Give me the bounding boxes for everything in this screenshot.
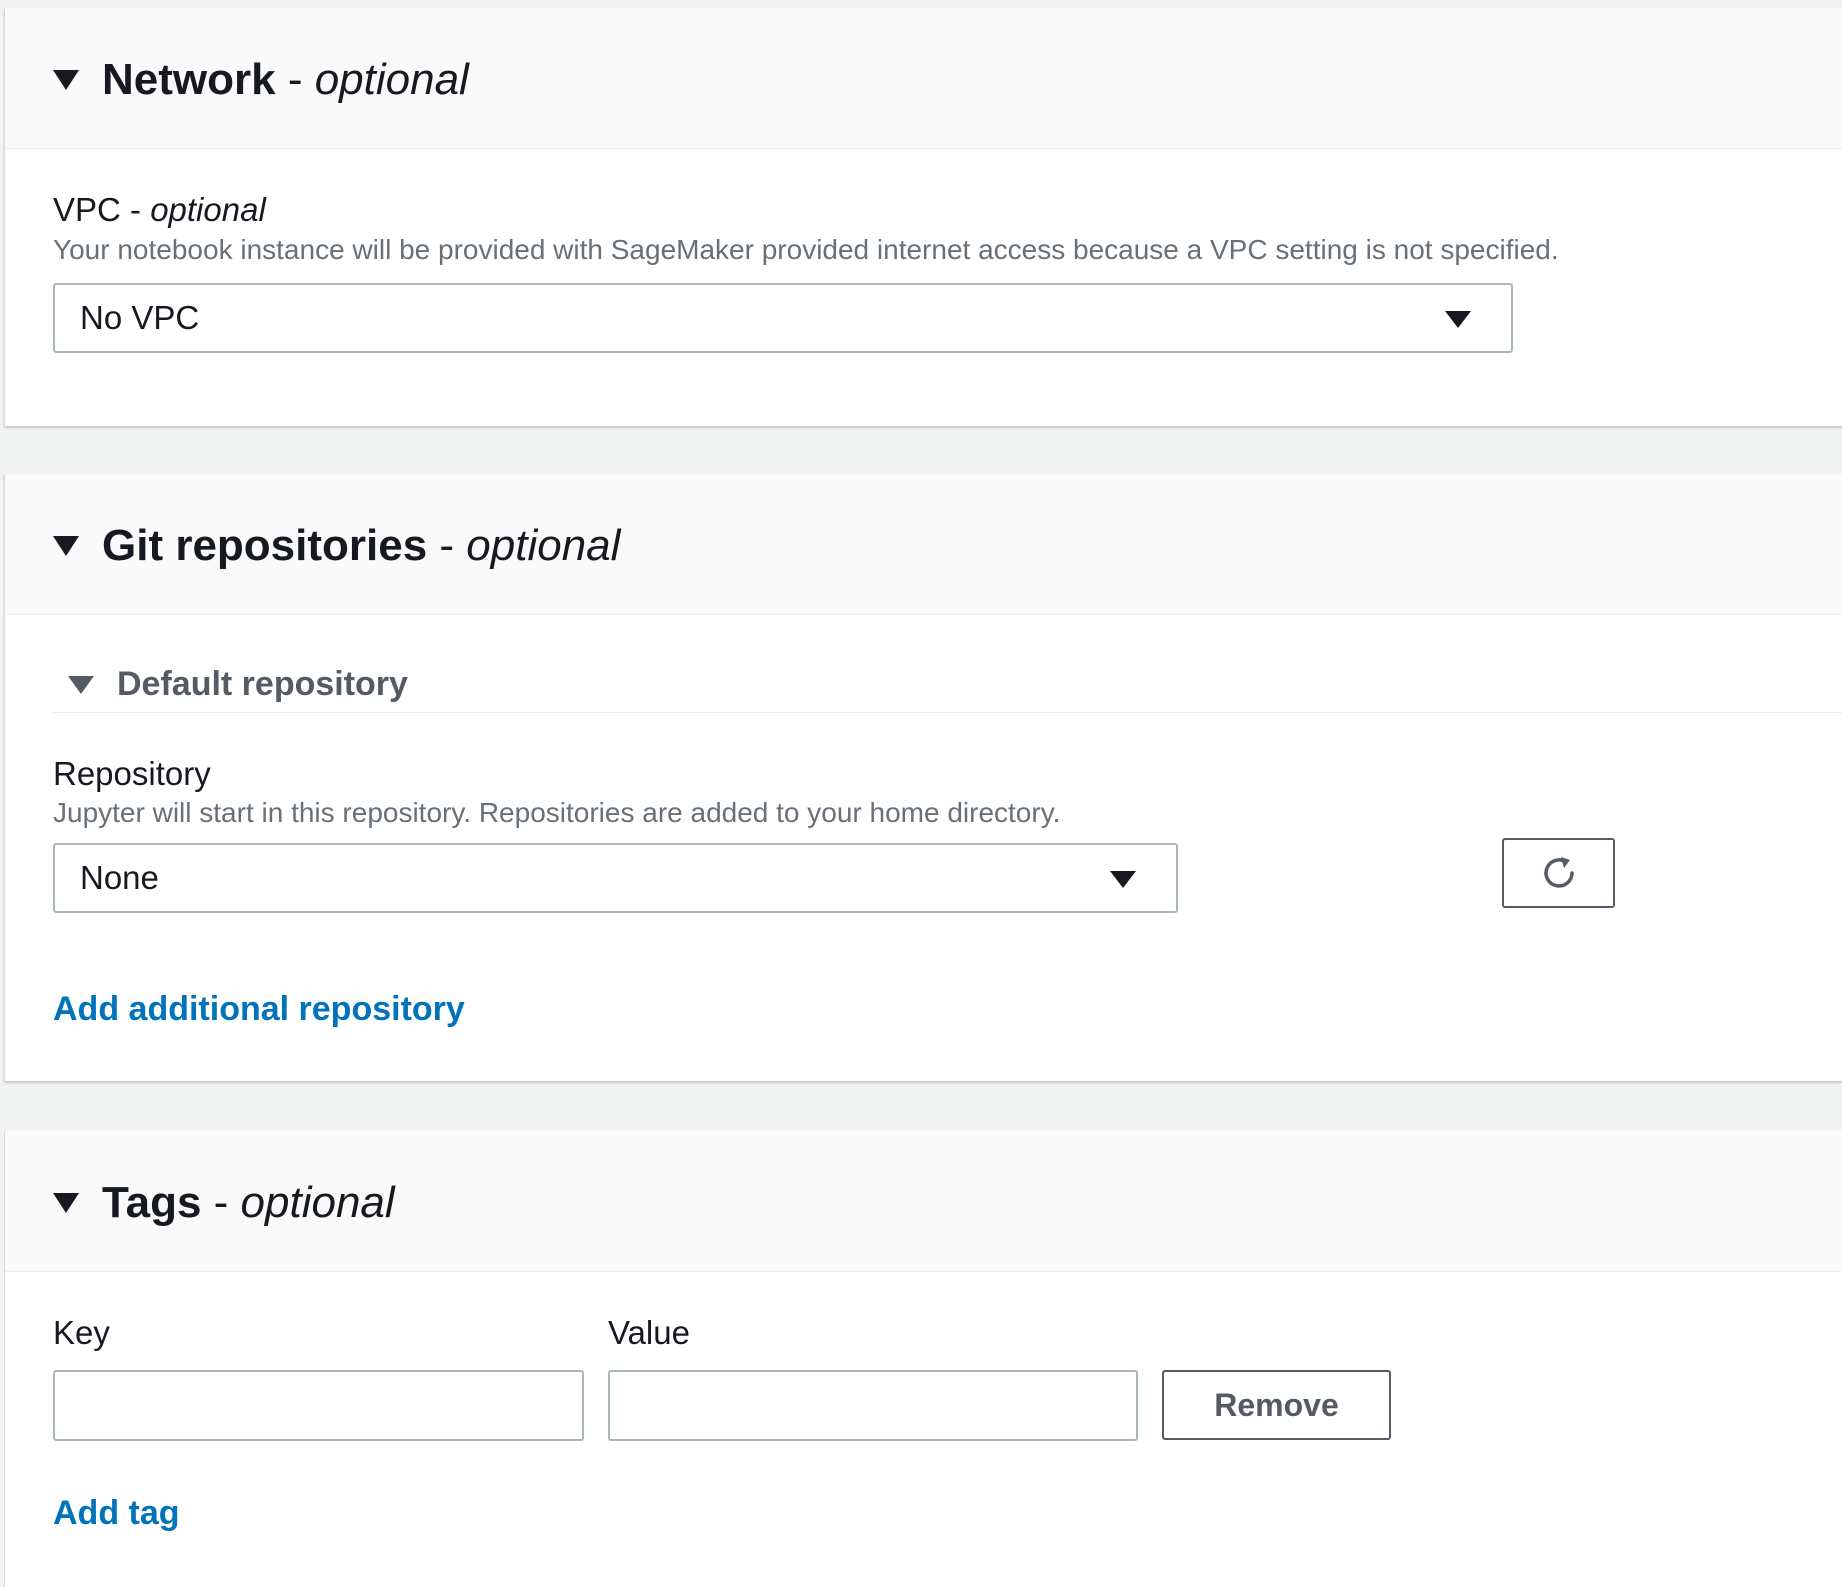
network-optional-text: optional bbox=[314, 55, 469, 104]
add-additional-repository-link[interactable]: Add additional repository bbox=[53, 988, 465, 1030]
remove-tag-button[interactable]: Remove bbox=[1162, 1370, 1391, 1440]
repository-description: Jupyter will start in this repository. R… bbox=[53, 797, 1061, 828]
tags-panel-header[interactable]: Tags - optional bbox=[5, 1131, 1842, 1272]
repository-select[interactable]: None bbox=[53, 843, 1178, 913]
vpc-label-separator: - bbox=[120, 191, 151, 228]
git-repositories-panel: Git repositories - optional Default repo… bbox=[4, 474, 1842, 1081]
network-panel-header[interactable]: Network - optional bbox=[5, 8, 1842, 149]
vpc-label: VPC - optional bbox=[53, 190, 266, 230]
git-panel-title: Git repositories - optional bbox=[102, 520, 620, 572]
repository-select-value: None bbox=[80, 859, 159, 896]
network-title-text: Network bbox=[102, 55, 276, 104]
repository-label: Repository bbox=[53, 755, 211, 792]
tags-optional-text: optional bbox=[240, 1178, 395, 1227]
refresh-repositories-button[interactable] bbox=[1502, 838, 1615, 908]
tags-title-text: Tags bbox=[102, 1178, 202, 1227]
tag-value-label: Value bbox=[608, 1314, 690, 1351]
git-title-text: Git repositories bbox=[102, 521, 428, 570]
caret-down-icon[interactable] bbox=[53, 70, 79, 90]
tags-title-separator: - bbox=[201, 1178, 241, 1227]
default-repository-title: Default repository bbox=[117, 665, 408, 703]
caret-down-icon[interactable] bbox=[53, 1193, 79, 1213]
tag-key-input[interactable] bbox=[53, 1370, 584, 1441]
refresh-icon bbox=[1544, 857, 1574, 888]
add-tag-link[interactable]: Add tag bbox=[53, 1492, 180, 1534]
network-title-separator: - bbox=[275, 55, 315, 104]
network-panel-title: Network - optional bbox=[102, 54, 469, 106]
vpc-optional-text: optional bbox=[150, 191, 266, 228]
vpc-select[interactable]: No VPC bbox=[53, 283, 1513, 353]
git-optional-text: optional bbox=[466, 521, 621, 570]
tags-panel-title: Tags - optional bbox=[102, 1177, 395, 1229]
vpc-select-value: No VPC bbox=[80, 299, 200, 336]
caret-down-icon[interactable] bbox=[68, 676, 94, 694]
git-title-separator: - bbox=[427, 521, 467, 570]
default-repository-header[interactable]: Default repository bbox=[53, 662, 1842, 713]
tags-panel: Tags - optional Key Value Remove Add tag bbox=[4, 1131, 1842, 1587]
tag-value-input[interactable] bbox=[608, 1370, 1138, 1441]
network-panel: Network - optional VPC - optional Your n… bbox=[4, 8, 1842, 426]
vpc-description: Your notebook instance will be provided … bbox=[53, 234, 1559, 265]
git-panel-header[interactable]: Git repositories - optional bbox=[5, 474, 1842, 615]
vpc-label-text: VPC bbox=[53, 191, 121, 228]
remove-tag-button-label: Remove bbox=[1214, 1387, 1339, 1423]
chevron-down-icon bbox=[1445, 311, 1471, 328]
chevron-down-icon bbox=[1110, 871, 1136, 888]
caret-down-icon[interactable] bbox=[53, 536, 79, 556]
tag-key-label: Key bbox=[53, 1314, 110, 1351]
